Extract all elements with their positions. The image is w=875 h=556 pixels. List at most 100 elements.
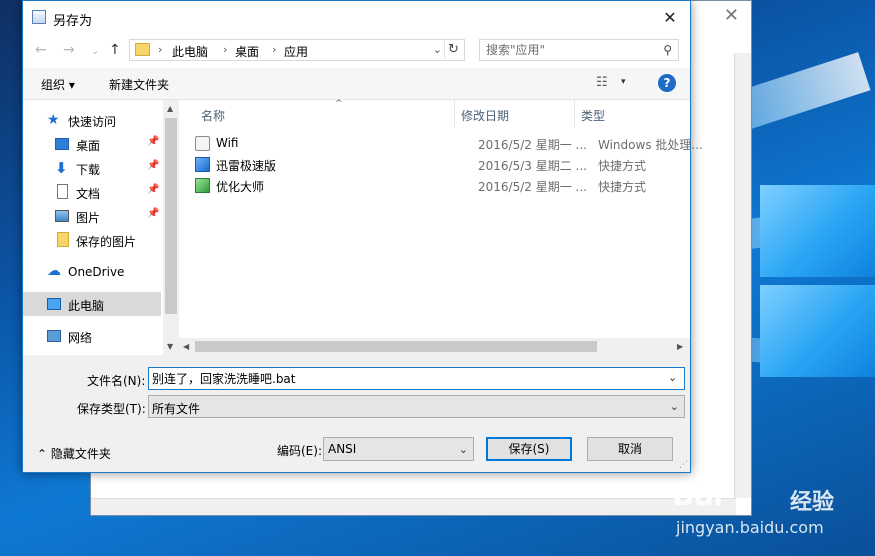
nav-item-this-pc[interactable]: 此电脑 bbox=[23, 292, 161, 316]
address-row: ← → ⌄ ↑ › 此电脑 › 桌面 › 应用 ⌄ ↻ ⚲ bbox=[23, 34, 690, 68]
nav-item-saved-pictures[interactable]: 保存的图片 bbox=[23, 228, 161, 252]
breadcrumb-separator: › bbox=[158, 43, 163, 56]
nav-item-label: 此电脑 bbox=[68, 299, 105, 313]
search-box[interactable]: ⚲ bbox=[479, 39, 679, 61]
filetype-select[interactable]: 所有文件 ⌄ bbox=[148, 395, 685, 418]
column-header-label: 类型 bbox=[581, 109, 606, 123]
pin-icon[interactable]: 📌 bbox=[147, 160, 159, 171]
scroll-up-icon[interactable]: ▲ bbox=[167, 104, 173, 113]
encoding-label: 编码(E): bbox=[277, 444, 322, 458]
column-header-name[interactable]: 名称 ^ bbox=[195, 99, 455, 127]
nav-item-pictures[interactable]: 图片 📌 bbox=[23, 204, 161, 228]
file-name: 优化大师 bbox=[216, 180, 265, 194]
search-input[interactable] bbox=[486, 42, 656, 58]
network-icon bbox=[47, 330, 61, 342]
encoding-select[interactable]: ANSI ⌄ bbox=[323, 437, 474, 461]
new-folder-button[interactable]: 新建文件夹 bbox=[109, 76, 169, 93]
recent-locations-icon[interactable]: ⌄ bbox=[91, 46, 99, 57]
nav-item-desktop[interactable]: 桌面 📌 bbox=[23, 132, 161, 156]
scroll-down-icon[interactable]: ▼ bbox=[167, 342, 173, 351]
notepad-icon bbox=[32, 10, 46, 24]
breadcrumb-desktop[interactable]: 桌面 bbox=[235, 43, 259, 60]
column-header-date[interactable]: 修改日期 bbox=[455, 100, 575, 127]
pin-icon[interactable]: 📌 bbox=[147, 136, 159, 147]
file-type: Windows 批处理... bbox=[598, 138, 703, 152]
close-button[interactable]: ✕ bbox=[650, 1, 690, 34]
windows-logo-pane bbox=[760, 285, 875, 377]
resize-grip-icon[interactable]: ⋰ bbox=[679, 460, 688, 470]
star-icon: ★ bbox=[47, 112, 60, 128]
save-as-dialog: 另存为 ✕ ← → ⌄ ↑ › 此电脑 › 桌面 › 应用 ⌄ ↻ ⚲ 组织 ▾… bbox=[22, 0, 703, 473]
file-date: 2016/5/2 星期一 ... bbox=[478, 180, 587, 194]
pin-icon[interactable]: 📌 bbox=[147, 208, 159, 219]
windows-logo-pane bbox=[760, 185, 875, 277]
search-icon[interactable]: ⚲ bbox=[663, 43, 672, 57]
forward-arrow-icon[interactable]: → bbox=[63, 42, 75, 58]
address-bar[interactable]: › 此电脑 › 桌面 › 应用 ⌄ ↻ bbox=[129, 39, 465, 61]
dialog-title: 另存为 bbox=[53, 14, 93, 29]
breadcrumb-apps[interactable]: 应用 bbox=[284, 43, 308, 60]
nav-item-label: 图片 bbox=[76, 211, 101, 225]
chevron-down-icon[interactable]: ⌄ bbox=[433, 43, 442, 56]
chevron-down-icon[interactable]: ⌄ bbox=[668, 371, 677, 384]
breadcrumb-this-pc[interactable]: 此电脑 bbox=[172, 43, 208, 60]
file-horizontal-scrollbar[interactable]: ◀ ▶ bbox=[179, 338, 690, 355]
column-header-type[interactable]: 类型 bbox=[575, 100, 690, 127]
breadcrumb-separator: › bbox=[272, 43, 277, 56]
nav-item-label: 桌面 bbox=[76, 139, 101, 153]
encoding-value: ANSI bbox=[328, 442, 357, 456]
save-button[interactable]: 保存(S) bbox=[486, 437, 572, 461]
nav-item-network[interactable]: 网络 bbox=[23, 324, 161, 348]
background-horizontal-scrollbar[interactable] bbox=[91, 498, 736, 515]
picture-icon bbox=[55, 210, 69, 222]
nav-item-quick-access[interactable]: ★ 快速访问 bbox=[23, 108, 161, 132]
watermark-suffix: 经验 bbox=[790, 490, 835, 515]
hide-folders-button[interactable]: ⌃ 隐藏文件夹 bbox=[37, 445, 111, 462]
nav-item-label: 网络 bbox=[68, 331, 93, 345]
sort-ascending-icon: ^ bbox=[335, 99, 343, 109]
help-icon[interactable]: ? bbox=[658, 74, 676, 92]
thunder-app-icon bbox=[195, 157, 210, 172]
refresh-icon[interactable]: ↻ bbox=[444, 41, 462, 59]
chevron-down-icon: ⌄ bbox=[669, 400, 679, 413]
organize-button[interactable]: 组织 ▾ bbox=[41, 76, 75, 93]
pin-icon[interactable]: 📌 bbox=[147, 184, 159, 195]
nav-item-label: 保存的图片 bbox=[76, 235, 137, 249]
cloud-icon: ☁ bbox=[47, 263, 61, 279]
back-arrow-icon[interactable]: ← bbox=[35, 42, 47, 58]
nav-item-label: 文档 bbox=[76, 187, 101, 201]
up-arrow-icon[interactable]: ↑ bbox=[109, 42, 121, 58]
nav-item-downloads[interactable]: ⬇ 下载 📌 bbox=[23, 156, 161, 180]
file-date: 2016/5/3 星期二 ... bbox=[478, 159, 587, 173]
view-options-icon[interactable]: ☷ bbox=[596, 75, 608, 90]
filename-field[interactable] bbox=[148, 367, 685, 390]
file-row[interactable]: 迅雷极速版 2016/5/3 星期二 ... 快捷方式 bbox=[195, 155, 685, 175]
view-dropdown-icon[interactable]: ▾ bbox=[621, 77, 626, 87]
cancel-button[interactable]: 取消 bbox=[587, 437, 673, 461]
filetype-value: 所有文件 bbox=[152, 402, 201, 416]
folder-icon bbox=[135, 43, 150, 56]
file-scroll-thumb[interactable] bbox=[195, 341, 597, 352]
nav-scroll-thumb[interactable] bbox=[165, 118, 177, 314]
file-row[interactable]: Wifi 2016/5/2 星期一 ... Windows 批处理... bbox=[195, 134, 703, 154]
filetype-label: 保存类型(T): bbox=[77, 402, 146, 416]
gear-file-icon bbox=[195, 136, 210, 151]
background-close-icon[interactable]: ✕ bbox=[724, 5, 739, 26]
file-date: 2016/5/2 星期一 ... bbox=[478, 138, 587, 152]
breadcrumb-separator: › bbox=[223, 43, 228, 56]
watermark-url: jingyan.baidu.com bbox=[676, 518, 824, 537]
navigation-pane: ★ 快速访问 桌面 📌 ⬇ 下载 📌 文档 📌 图片 📌 保存的图片 ☁ One… bbox=[23, 100, 179, 355]
nav-item-onedrive[interactable]: ☁ OneDrive bbox=[23, 260, 161, 284]
nav-item-documents[interactable]: 文档 📌 bbox=[23, 180, 161, 204]
file-row[interactable]: 优化大师 2016/5/2 星期一 ... 快捷方式 bbox=[195, 176, 685, 196]
nav-vertical-scrollbar[interactable]: ▲ ▼ bbox=[163, 100, 179, 355]
file-name: 迅雷极速版 bbox=[216, 159, 277, 173]
nav-item-label: 下载 bbox=[76, 163, 101, 177]
scroll-right-icon[interactable]: ▶ bbox=[677, 342, 683, 351]
scroll-left-icon[interactable]: ◀ bbox=[183, 342, 189, 351]
nav-item-label: OneDrive bbox=[68, 265, 125, 279]
toolbar: 组织 ▾ 新建文件夹 ☷ ▾ ? bbox=[23, 68, 690, 100]
computer-icon bbox=[47, 298, 61, 310]
background-vertical-scrollbar[interactable] bbox=[734, 53, 751, 498]
desktop-icon bbox=[55, 138, 69, 150]
